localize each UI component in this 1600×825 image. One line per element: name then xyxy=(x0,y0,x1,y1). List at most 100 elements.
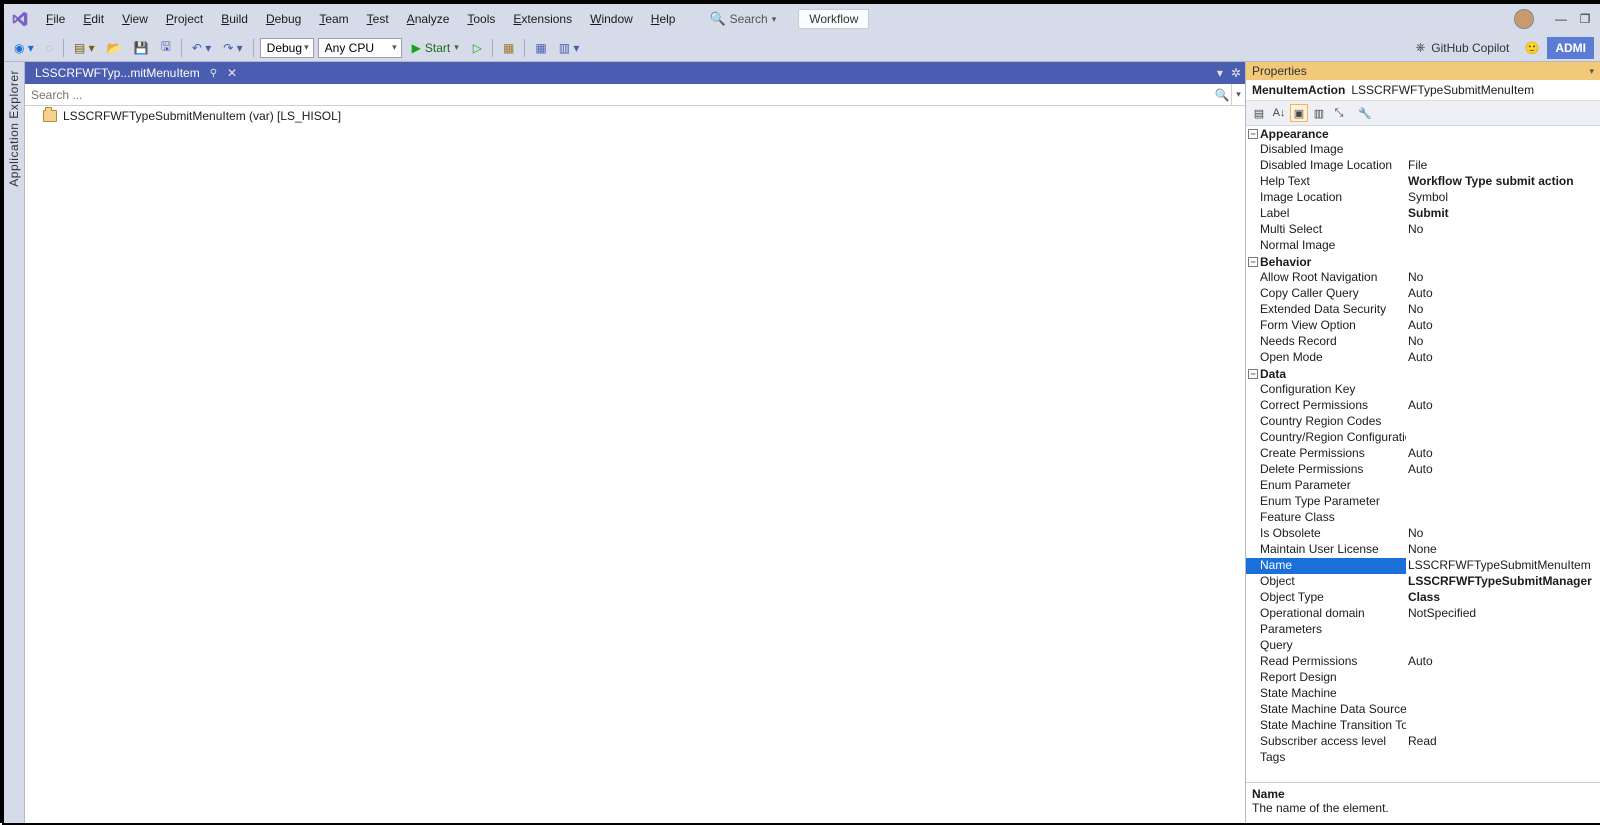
menu-debug[interactable]: Debug xyxy=(258,8,309,30)
prop-tool-5[interactable]: ⤡ xyxy=(1330,104,1348,122)
property-row[interactable]: LabelSubmit xyxy=(1246,206,1600,222)
toolbar-icon-1[interactable]: ▦ xyxy=(499,39,518,57)
property-row[interactable]: Enum Parameter xyxy=(1246,478,1600,494)
property-row[interactable]: Read PermissionsAuto xyxy=(1246,654,1600,670)
save-all-button[interactable]: 🖫 xyxy=(157,35,175,60)
property-value[interactable]: Auto xyxy=(1406,654,1600,670)
property-value[interactable] xyxy=(1406,382,1600,398)
property-row[interactable]: Feature Class xyxy=(1246,510,1600,526)
property-row[interactable]: Configuration Key xyxy=(1246,382,1600,398)
category-behavior[interactable]: − Behavior xyxy=(1246,254,1600,270)
configuration-dropdown[interactable]: Debug▾ xyxy=(260,38,314,58)
property-row[interactable]: Maintain User LicenseNone xyxy=(1246,542,1600,558)
save-button[interactable]: 💾 xyxy=(130,39,153,57)
menu-project[interactable]: Project xyxy=(158,8,211,30)
start-without-debug-button[interactable]: ▷ xyxy=(469,39,486,57)
property-value[interactable] xyxy=(1406,142,1600,158)
toolbar-icon-3[interactable]: ▥ ▾ xyxy=(555,39,584,57)
property-value[interactable] xyxy=(1406,702,1600,718)
property-row[interactable]: Form View OptionAuto xyxy=(1246,318,1600,334)
property-row[interactable]: Subscriber access levelRead xyxy=(1246,734,1600,750)
property-row[interactable]: Parameters xyxy=(1246,622,1600,638)
property-row[interactable]: ObjectLSSCRFWFTypeSubmitManager xyxy=(1246,574,1600,590)
tab-active[interactable]: LSSCRFWFTyp...mitMenuItem ⚲ ✕ xyxy=(25,62,247,84)
property-row[interactable]: Needs RecordNo xyxy=(1246,334,1600,350)
application-explorer-rail[interactable]: Application Explorer xyxy=(4,62,25,823)
property-row[interactable]: Tags xyxy=(1246,750,1600,766)
property-row[interactable]: Country/Region Configuration Key xyxy=(1246,430,1600,446)
property-row[interactable]: Multi SelectNo xyxy=(1246,222,1600,238)
property-value[interactable]: Read xyxy=(1406,734,1600,750)
property-value[interactable]: Auto xyxy=(1406,350,1600,366)
property-row[interactable]: Help TextWorkflow Type submit action xyxy=(1246,174,1600,190)
toolbar-icon-2[interactable]: ▦ xyxy=(531,39,550,57)
alphabetical-button[interactable]: A↓ xyxy=(1270,104,1288,122)
property-value[interactable]: Auto xyxy=(1406,462,1600,478)
nav-forward-button[interactable]: ◌ xyxy=(42,39,57,57)
property-value[interactable]: File xyxy=(1406,158,1600,174)
feedback-icon[interactable]: 🙂 xyxy=(1521,41,1543,55)
menu-help[interactable]: Help xyxy=(643,8,684,30)
property-row[interactable]: State Machine Transition To xyxy=(1246,718,1600,734)
undo-button[interactable]: ↶ ▾ xyxy=(188,39,215,57)
property-value[interactable] xyxy=(1406,686,1600,702)
property-row[interactable]: Allow Root NavigationNo xyxy=(1246,270,1600,286)
property-value[interactable]: LSSCRFWFTypeSubmitManager xyxy=(1406,574,1600,590)
property-row[interactable]: Image LocationSymbol xyxy=(1246,190,1600,206)
property-value[interactable]: Auto xyxy=(1406,286,1600,302)
category-appearance[interactable]: − Appearance xyxy=(1246,126,1600,142)
property-value[interactable] xyxy=(1406,622,1600,638)
property-value[interactable]: Workflow Type submit action xyxy=(1406,174,1600,190)
property-row[interactable]: State Machine Data Source xyxy=(1246,702,1600,718)
user-avatar[interactable] xyxy=(1514,9,1534,29)
property-value[interactable]: No xyxy=(1406,526,1600,542)
property-row[interactable]: Query xyxy=(1246,638,1600,654)
property-value[interactable]: Submit xyxy=(1406,206,1600,222)
property-row[interactable]: Open ModeAuto xyxy=(1246,350,1600,366)
category-data[interactable]: − Data xyxy=(1246,366,1600,382)
menu-extensions[interactable]: Extensions xyxy=(505,8,580,30)
property-value[interactable]: None xyxy=(1406,542,1600,558)
property-value[interactable] xyxy=(1406,238,1600,254)
categorized-button[interactable]: ▤ xyxy=(1250,104,1268,122)
property-value[interactable] xyxy=(1406,750,1600,766)
workflow-pill[interactable]: Workflow xyxy=(798,9,869,29)
new-project-button[interactable]: ▤ ▾ xyxy=(70,39,99,57)
property-value[interactable] xyxy=(1406,638,1600,654)
property-value[interactable] xyxy=(1406,494,1600,510)
property-value[interactable] xyxy=(1406,510,1600,526)
property-grid[interactable]: − AppearanceDisabled ImageDisabled Image… xyxy=(1246,126,1600,782)
platform-dropdown[interactable]: Any CPU▾ xyxy=(318,38,402,58)
property-row[interactable]: Enum Type Parameter xyxy=(1246,494,1600,510)
property-row[interactable]: Delete PermissionsAuto xyxy=(1246,462,1600,478)
property-row[interactable]: Is ObsoleteNo xyxy=(1246,526,1600,542)
menu-view[interactable]: View xyxy=(114,8,156,30)
nav-back-button[interactable]: ◉ ▾ xyxy=(10,39,38,57)
menu-test[interactable]: Test xyxy=(359,8,397,30)
property-value[interactable]: No xyxy=(1406,222,1600,238)
property-value[interactable] xyxy=(1406,414,1600,430)
tab-overflow-icon[interactable]: ▾ xyxy=(1217,66,1223,80)
menu-edit[interactable]: Edit xyxy=(75,8,112,30)
menu-analyze[interactable]: Analyze xyxy=(399,8,458,30)
property-row[interactable]: Disabled Image LocationFile xyxy=(1246,158,1600,174)
property-value[interactable] xyxy=(1406,478,1600,494)
menu-build[interactable]: Build xyxy=(213,8,256,30)
property-value[interactable]: Class xyxy=(1406,590,1600,606)
property-value[interactable]: NotSpecified xyxy=(1406,606,1600,622)
designer-search-input[interactable] xyxy=(25,84,1213,105)
prop-tool-6[interactable]: 🔧 xyxy=(1356,104,1374,122)
designer-root-item[interactable]: LSSCRFWFTypeSubmitMenuItem (var) [LS_HIS… xyxy=(25,106,1245,126)
property-row[interactable]: Report Design xyxy=(1246,670,1600,686)
property-value[interactable]: Auto xyxy=(1406,446,1600,462)
menu-file[interactable]: File xyxy=(38,8,73,30)
property-value[interactable] xyxy=(1406,670,1600,686)
window-restore-icon[interactable]: ❐ xyxy=(1574,10,1596,28)
redo-button[interactable]: ↷ ▾ xyxy=(219,39,246,57)
property-value[interactable]: LSSCRFWFTypeSubmitMenuItem xyxy=(1406,558,1600,574)
properties-object-header[interactable]: MenuItemActionLSSCRFWFTypeSubmitMenuItem xyxy=(1246,80,1600,101)
menu-tools[interactable]: Tools xyxy=(459,8,503,30)
designer-search-caret-icon[interactable]: ▾ xyxy=(1231,84,1245,105)
property-value[interactable]: No xyxy=(1406,302,1600,318)
property-row[interactable]: Normal Image xyxy=(1246,238,1600,254)
